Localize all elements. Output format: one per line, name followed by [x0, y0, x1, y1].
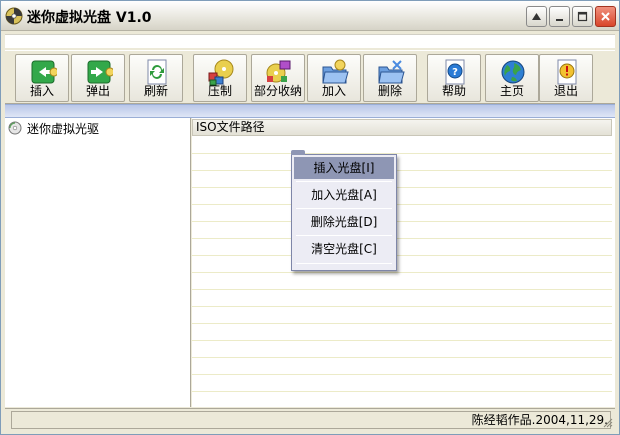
- cd-drive-icon: [8, 121, 22, 135]
- context-menu: 插入光盘[I] 加入光盘[A] 删除光盘[D] 清空光盘[C]: [291, 150, 397, 271]
- eject-label: 弹出: [85, 84, 110, 98]
- eject-button[interactable]: 弹出: [71, 54, 125, 102]
- row-divider: [192, 221, 612, 222]
- context-menu-tab: [291, 150, 305, 155]
- row-divider: [192, 323, 612, 324]
- exit-label: 退出: [553, 84, 578, 98]
- status-bar: 陈经韬作品.2004,11,29.: [5, 408, 615, 430]
- toolbar: 插入 弹出 刷新 压制 部分收纳 加入 删除 ? 帮助 主页 退出: [5, 50, 615, 104]
- resize-grip-icon[interactable]: [603, 418, 613, 428]
- row-divider: [192, 238, 612, 239]
- insert-button[interactable]: 插入: [15, 54, 69, 102]
- row-divider: [192, 374, 612, 375]
- menu-item-clear-discs[interactable]: 清空光盘[C]: [294, 238, 394, 260]
- menu-strip: [5, 34, 615, 48]
- delete-button[interactable]: 删除: [363, 54, 417, 102]
- row-divider: [192, 187, 612, 188]
- row-divider: [192, 255, 612, 256]
- exit-button[interactable]: 退出: [539, 54, 593, 102]
- menu-separator: [296, 235, 392, 236]
- window-title: 迷你虚拟光盘 V1.0: [27, 10, 152, 26]
- partial-store-label: 部分收纳: [253, 84, 302, 98]
- compress-label: 压制: [207, 84, 232, 98]
- row-divider: [192, 289, 612, 290]
- drive-tree[interactable]: 迷你虚拟光驱: [5, 118, 191, 407]
- menu-separator: [296, 263, 392, 264]
- maximize-icon: [577, 11, 588, 22]
- help-label: 帮助: [441, 84, 466, 98]
- refresh-button[interactable]: 刷新: [129, 54, 183, 102]
- add-label: 加入: [321, 84, 346, 98]
- tree-item-virtual-drive[interactable]: 迷你虚拟光驱: [7, 120, 99, 136]
- row-divider: [192, 391, 612, 392]
- help-triangle-icon: [532, 13, 541, 20]
- row-divider: [192, 170, 612, 171]
- home-button[interactable]: 主页: [485, 54, 539, 102]
- status-text: 陈经韬作品.2004,11,29.: [11, 411, 611, 429]
- app-window: 迷你虚拟光盘 V1.0 插入 弹出 刷新 压制 部分收纳 加入 删除 ? 帮助 …: [0, 0, 620, 435]
- row-divider: [192, 340, 612, 341]
- help-button[interactable]: [526, 6, 547, 27]
- menu-item-add-disc[interactable]: 加入光盘[A]: [294, 184, 394, 206]
- column-header-iso-path[interactable]: ISO文件路径: [192, 119, 612, 136]
- delete-label: 删除: [377, 84, 402, 98]
- row-divider: [192, 357, 612, 358]
- home-label: 主页: [499, 84, 524, 98]
- maximize-button[interactable]: [572, 6, 593, 27]
- compress-button[interactable]: 压制: [193, 54, 247, 102]
- menu-separator: [296, 181, 392, 182]
- menu-separator: [296, 208, 392, 209]
- add-button[interactable]: 加入: [307, 54, 361, 102]
- close-button[interactable]: [595, 6, 616, 27]
- help-toolbar-button[interactable]: ? 帮助: [427, 54, 481, 102]
- insert-label: 插入: [29, 84, 54, 98]
- refresh-label: 刷新: [143, 84, 168, 98]
- partial-store-button[interactable]: 部分收纳: [251, 54, 305, 102]
- row-divider: [192, 272, 612, 273]
- cd-disc-icon: [5, 7, 23, 25]
- menu-item-delete-disc[interactable]: 删除光盘[D]: [294, 211, 394, 233]
- row-divider: [192, 153, 612, 154]
- row-divider: [192, 306, 612, 307]
- svg-text:?: ?: [452, 67, 458, 78]
- close-icon: [601, 12, 610, 21]
- menu-item-insert-disc[interactable]: 插入光盘[I]: [294, 157, 394, 179]
- tree-item-label: 迷你虚拟光驱: [27, 121, 100, 136]
- toolbar-divider: [5, 104, 615, 118]
- row-divider: [192, 204, 612, 205]
- iso-list[interactable]: ISO文件路径: [192, 118, 615, 407]
- title-bar[interactable]: 迷你虚拟光盘 V1.0: [1, 1, 619, 31]
- minimize-button[interactable]: [549, 6, 570, 27]
- minimize-icon: [556, 19, 563, 21]
